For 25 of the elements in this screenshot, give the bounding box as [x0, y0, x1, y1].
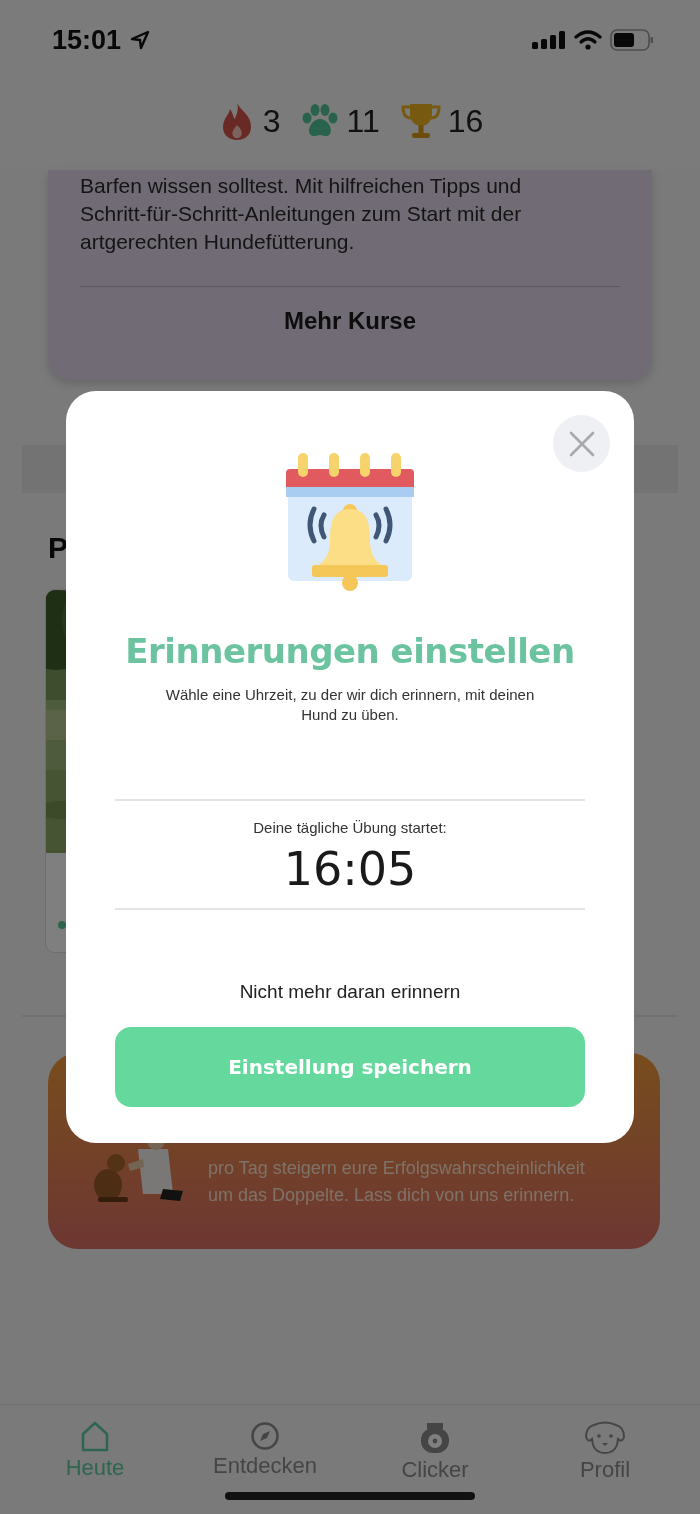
- banner-text: pro Tag steigern eure Erfolgswahrscheinlichkeit um das Doppelte. Lass dich von uns erinnern.: [208, 1157, 586, 1207]
- close-icon: [568, 430, 595, 457]
- stat-count: 16: [447, 102, 484, 140]
- signal-icon: [532, 31, 566, 49]
- course-description: Barfen wissen solltest. Mit hilfreichen Tipps und Schritt-für-Schritt-Anleitungen zum Start mit der artgerechten Hundefütterung.: [80, 173, 523, 255]
- dialog-description: Wähle eine Uhrzeit, zu der wir dich erinnern, mit deinen Hund zu üben.: [165, 685, 535, 725]
- clicker-icon: [419, 1421, 451, 1455]
- battery-icon: [610, 29, 654, 51]
- location-arrow-icon: [129, 29, 152, 51]
- stat-count: 3: [262, 102, 281, 140]
- tab-bar-item[interactable]: Heute: [30, 1421, 160, 1514]
- progress-dot-icon: [58, 921, 66, 929]
- dismiss-link[interactable]: Nicht mehr daran erinnern: [239, 981, 461, 1003]
- status-time: 15:01: [52, 24, 122, 56]
- stat-count: 11: [346, 102, 380, 140]
- dialog-title: Erinnerungen einstellen: [125, 631, 575, 671]
- dog-face-icon: [584, 1421, 626, 1455]
- save-button[interactable]: Einstellung speichern: [115, 1027, 585, 1107]
- compass-icon: [250, 1421, 280, 1451]
- trophy-icon: [399, 102, 442, 140]
- more-courses-link[interactable]: Mehr Kurse: [283, 307, 416, 335]
- section-heading: P: [48, 533, 69, 563]
- time-picker[interactable]: Deine tägliche Übung startet: 16:05: [115, 799, 585, 910]
- wifi-icon: [574, 30, 602, 50]
- home-icon: [80, 1421, 110, 1453]
